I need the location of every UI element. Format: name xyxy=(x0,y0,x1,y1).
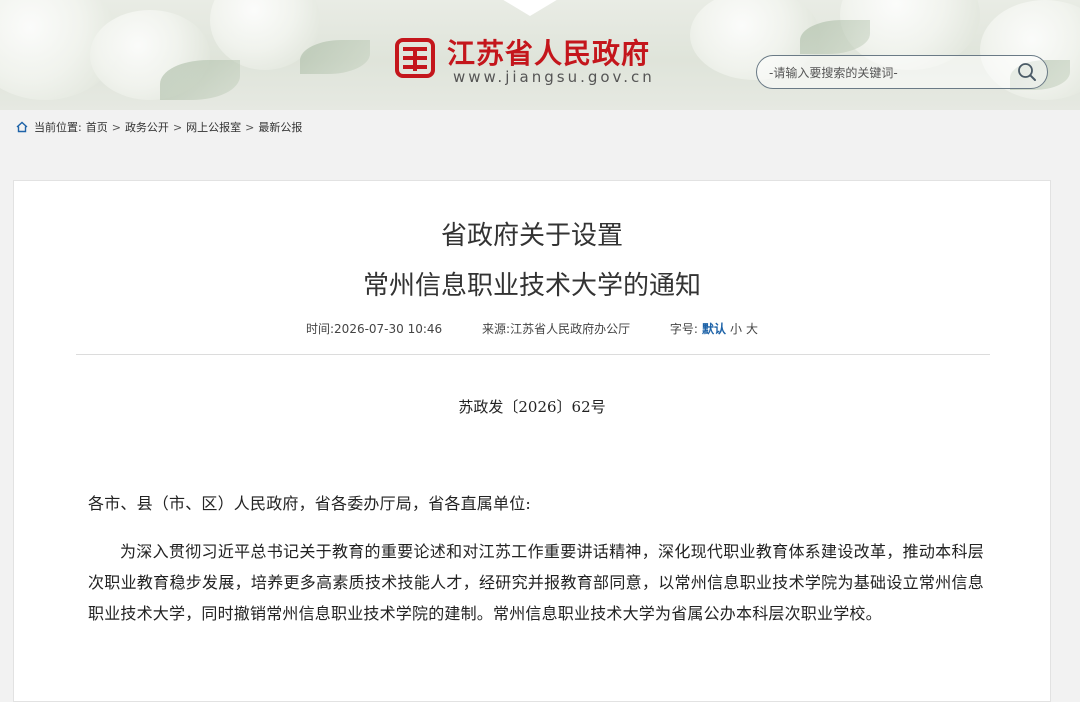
breadcrumb-home[interactable]: 首页 xyxy=(86,119,108,135)
article-panel: 省政府关于设置 常州信息职业技术大学的通知 时间:2026-07-30 10:4… xyxy=(13,180,1051,702)
publish-time: 时间:2026-07-30 10:46 xyxy=(306,322,446,336)
publish-time-value: 2026-07-30 10:46 xyxy=(334,322,443,336)
breadcrumb-separator: > xyxy=(172,120,183,134)
search-input[interactable] xyxy=(767,61,1011,85)
font-size-label: 字号: xyxy=(669,322,698,336)
source-value: 江苏省人民政府办公厅 xyxy=(510,322,631,336)
header-notch xyxy=(500,0,560,16)
article-title-line1: 省政府关于设置 xyxy=(440,221,623,251)
article-meta: 时间:2026-07-30 10:46 来源:江苏省人民政府办公厅 字号: 默认小… xyxy=(14,320,1050,337)
breadcrumb: 当前位置: 首页 > 政务公开 > 网上公报室 > 最新公报 xyxy=(16,119,302,135)
jiangsu-seal-icon xyxy=(395,38,435,78)
font-size-small[interactable]: 小 xyxy=(730,322,742,336)
article-paragraph: 为深入贯彻习近平总书记关于教育的重要论述和对江苏工作重要讲话精神，深化现代职业教… xyxy=(88,542,984,623)
publish-time-label: 时间: xyxy=(306,322,335,336)
font-size-control: 字号: 默认小大 xyxy=(670,322,758,336)
search-box xyxy=(756,55,1048,89)
breadcrumb-label: 当前位置: xyxy=(34,121,82,134)
site-logo[interactable]: 江苏省人民政府 www.jiangsu.gov.cn xyxy=(395,30,665,90)
breadcrumb-gov-affairs[interactable]: 政务公开 xyxy=(125,119,169,135)
breadcrumb-separator: > xyxy=(245,120,255,134)
home-icon xyxy=(16,121,28,133)
site-url: www.jiangsu.gov.cn xyxy=(453,68,655,86)
article-title-line2: 常州信息职业技术大学的通知 xyxy=(362,271,701,301)
site-header: 江苏省人民政府 www.jiangsu.gov.cn xyxy=(0,0,1080,110)
breadcrumb-gazette-room[interactable]: 网上公报室 xyxy=(186,119,241,135)
font-size-large[interactable]: 大 xyxy=(746,322,758,336)
document-number: 苏政发〔2026〕62号 xyxy=(458,398,606,416)
meta-divider xyxy=(76,354,990,355)
article-salutation: 各市、县（市、区）人民政府，省各委办厅局，省各直属单位: xyxy=(88,494,531,513)
breadcrumb-latest-gazette[interactable]: 最新公报 xyxy=(258,119,302,135)
search-icon[interactable] xyxy=(1017,62,1037,82)
source-label: 来源: xyxy=(482,322,511,336)
site-title: 江苏省人民政府 xyxy=(447,37,651,70)
font-size-default[interactable]: 默认 xyxy=(702,322,726,336)
breadcrumb-bar: 当前位置: 首页 > 政务公开 > 网上公报室 > 最新公报 xyxy=(0,110,1080,144)
breadcrumb-separator: > xyxy=(111,120,121,134)
article-source: 来源:江苏省人民政府办公厅 xyxy=(482,322,634,336)
